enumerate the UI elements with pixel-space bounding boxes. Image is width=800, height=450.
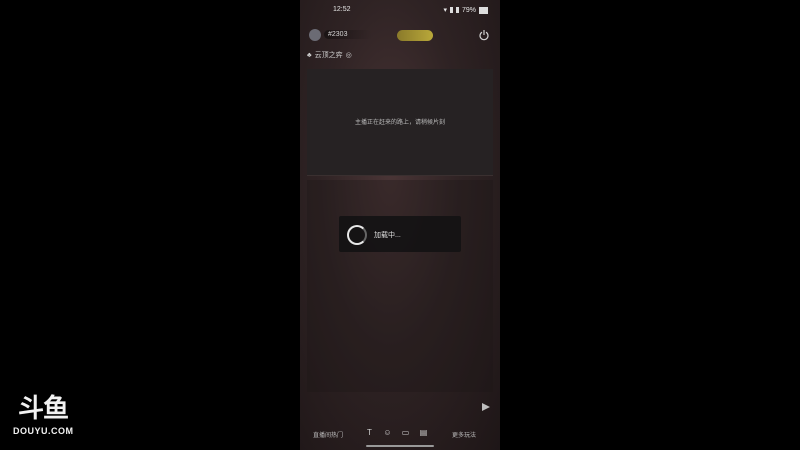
room-row[interactable]: ♣ 云顶之弈 ◎ (307, 50, 352, 60)
loading-spinner-icon (347, 225, 367, 245)
top-bar: #2303 (300, 27, 500, 45)
game-icon: ♣ (307, 51, 312, 59)
bottom-right-label[interactable]: 更多玩法 (452, 430, 476, 439)
wifi-icon: ▾ (443, 7, 447, 14)
avatar[interactable] (309, 29, 321, 41)
loading-text: 加载中... (374, 232, 401, 239)
loading-toast: 加载中... (339, 216, 461, 252)
signal-icon (449, 7, 453, 13)
input-row (307, 400, 493, 416)
status-time: 12:52 (333, 6, 351, 13)
douyu-url: DOUYU.COM (13, 426, 74, 436)
video-player[interactable]: 主播正在赶来的路上，请稍候片刻 (307, 69, 493, 176)
bottom-left-label[interactable]: 直播间热门 (313, 430, 343, 439)
chat-input[interactable] (307, 402, 467, 414)
battery-text: 79% (461, 6, 476, 14)
douyu-watermark: 斗鱼 DOUYU.COM (13, 388, 90, 440)
battery-icon (479, 6, 488, 14)
status-icons: ▾ 79% (443, 6, 488, 14)
room-label: 云顶之弈 (314, 52, 343, 59)
text-icon[interactable]: T (365, 428, 374, 437)
phone-screen: 12:52 ▾ 79% #2303 ♣ 云顶之弈 ◎ 主播正在赶来的路上，请稍候… (300, 0, 500, 450)
signal-icon-2 (455, 7, 459, 13)
bottom-bar: 直播间热门 T ☺ ▭ ▤ 更多玩法 (300, 425, 500, 443)
bottom-icons: T ☺ ▭ ▤ (365, 428, 428, 437)
status-bar: 12:52 ▾ 79% (300, 5, 500, 19)
video-message: 主播正在赶来的路上，请稍候片刻 (354, 120, 445, 126)
home-indicator (366, 445, 434, 447)
emoji-icon[interactable]: ☺ (383, 428, 392, 437)
info-icon: ◎ (345, 52, 352, 59)
menu-icon[interactable]: ▤ (419, 428, 428, 437)
power-icon[interactable] (478, 29, 490, 41)
chat-area[interactable] (307, 180, 493, 392)
douyu-logo: 斗鱼 (18, 394, 69, 424)
username-label[interactable]: #2303 (324, 30, 372, 39)
send-icon[interactable] (481, 402, 491, 412)
gift-icon[interactable]: ▭ (401, 428, 410, 437)
gold-badge[interactable] (397, 30, 433, 41)
